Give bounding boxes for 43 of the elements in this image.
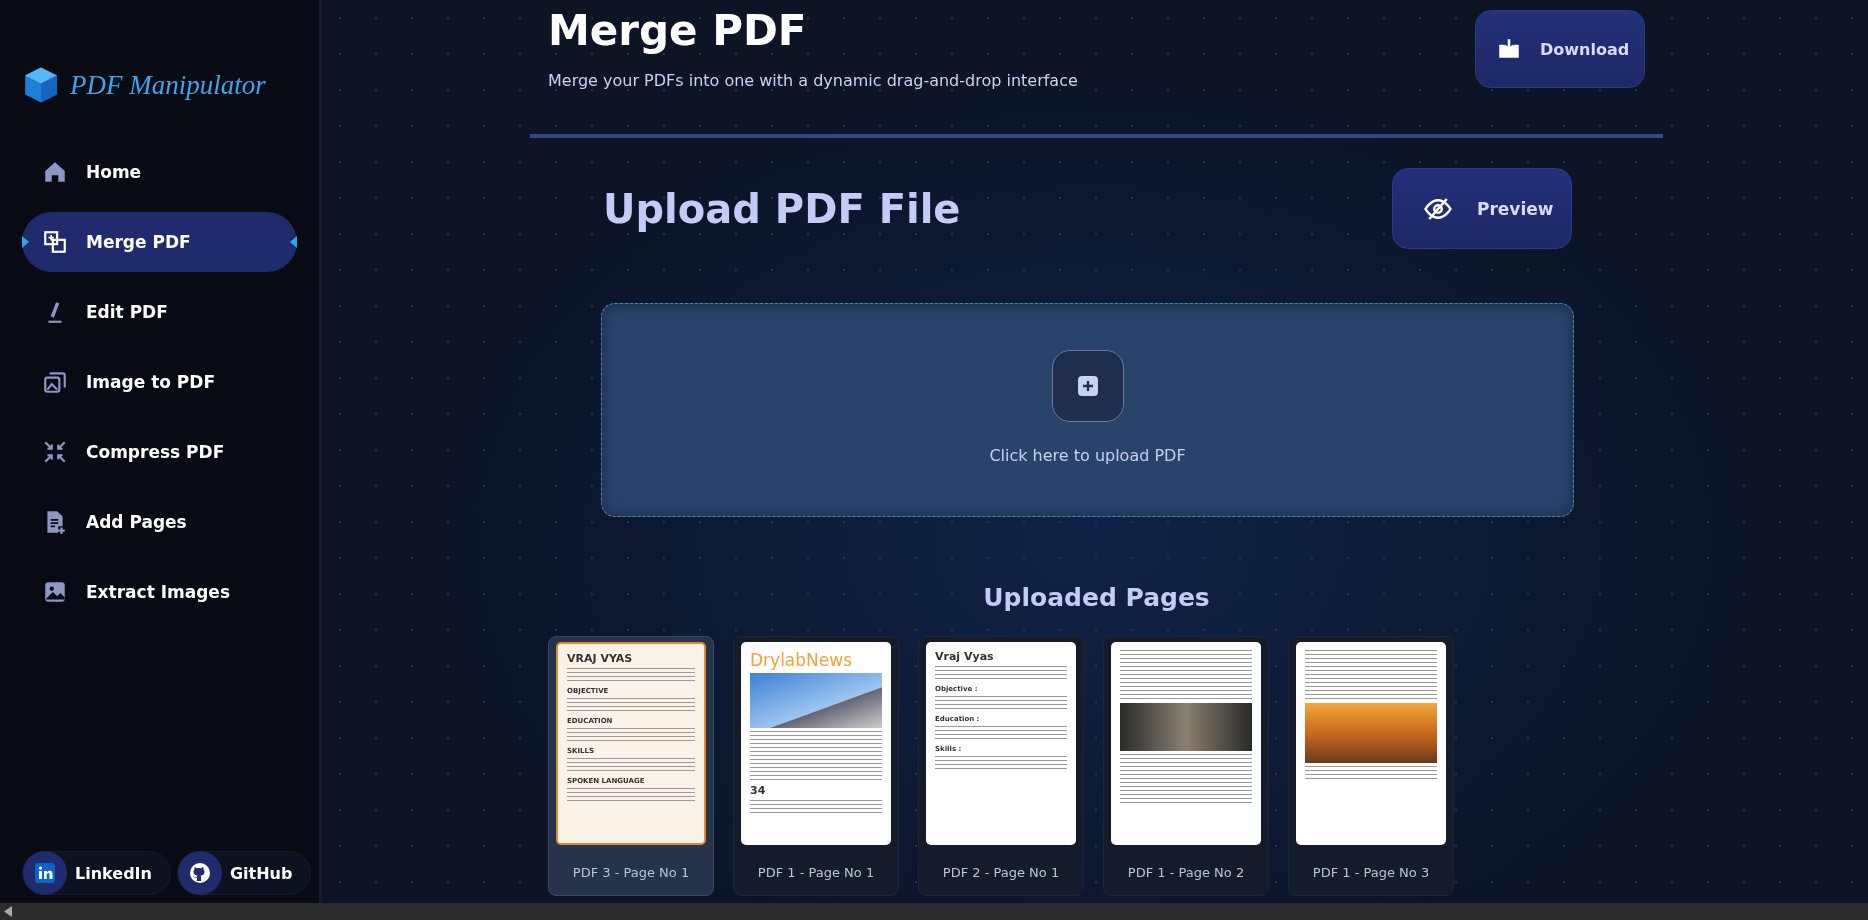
pointer-triangle-icon [290, 236, 297, 248]
page-card[interactable]: PDF 1 - Page No 2 [1103, 636, 1269, 896]
section-title: Upload PDF File [603, 185, 961, 232]
page-card[interactable]: DrylabNews 34 PDF 1 - Page No 1 [733, 636, 899, 896]
page-subtitle: Merge your PDFs into one with a dynamic drag-and-drop interface [548, 71, 1078, 90]
sidebar-nav-item[interactable]: Compress PDF [22, 422, 297, 482]
plus-icon [1075, 374, 1100, 398]
page-card[interactable]: PDF 1 - Page No 3 [1288, 636, 1454, 896]
sidebar-nav-item[interactable]: Edit PDF [22, 282, 297, 342]
newsletter-masthead: DrylabNews [750, 650, 853, 670]
pointer-triangle-icon [22, 236, 29, 248]
sidebar-nav-item[interactable]: Home [22, 142, 297, 202]
image-icon [42, 579, 68, 605]
download-button[interactable]: Download [1475, 10, 1645, 88]
linkedin-logo-icon [33, 861, 57, 885]
preview-button[interactable]: Preview [1392, 168, 1572, 249]
images-icon [42, 369, 68, 395]
page-heading: VRAJ VYAS [567, 652, 634, 665]
horizontal-scrollbar[interactable] [0, 903, 1868, 920]
compress-arrows-icon [42, 439, 68, 465]
sidebar-nav-item[interactable]: Merge PDF [22, 212, 297, 272]
sidebar-nav-item[interactable]: Image to PDF [22, 352, 297, 412]
merge-squares-icon [42, 229, 68, 255]
github-logo-icon [187, 861, 212, 885]
app-logo-text: PDF Manipulator [70, 69, 266, 101]
page-heading: 34 [750, 784, 767, 797]
sidebar-nav-item[interactable]: Add Pages [22, 492, 297, 552]
page-caption: PDF 1 - Page No 3 [1312, 865, 1430, 880]
page-caption: PDF 1 - Page No 1 [757, 865, 875, 880]
upload-dropzone[interactable]: Click here to upload PDF [601, 303, 1574, 517]
page-caption: PDF 3 - Page No 1 [572, 865, 690, 880]
social-link-button[interactable]: GitHub [176, 851, 312, 895]
scroll-left-icon[interactable] [4, 906, 13, 917]
cube-logo-icon [22, 66, 60, 104]
section-title: Uploaded Pages [982, 583, 1211, 612]
page-caption: PDF 2 - Page No 1 [942, 865, 1060, 880]
sidebar-nav-item[interactable]: Extract Images [22, 562, 297, 622]
upload-prompt: Click here to upload PDF [989, 446, 1186, 465]
page-heading: Vraj Vyas [935, 650, 995, 663]
page-title: Merge PDF [548, 6, 808, 55]
page-caption: PDF 1 - Page No 2 [1127, 865, 1245, 880]
social-link-button[interactable]: LinkedIn [22, 851, 171, 895]
add-file-button[interactable] [1051, 350, 1124, 422]
